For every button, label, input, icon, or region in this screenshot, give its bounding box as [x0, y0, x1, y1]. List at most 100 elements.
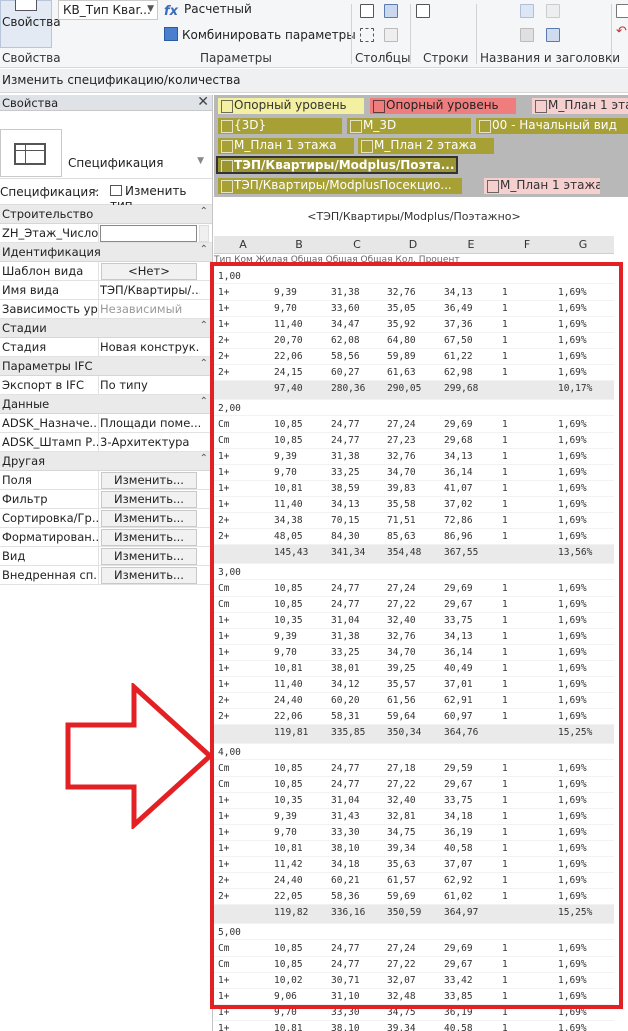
- cell-b[interactable]: 10,85: [274, 583, 303, 594]
- cell-f[interactable]: 1: [502, 711, 508, 722]
- cell-a[interactable]: 5,00: [218, 927, 241, 938]
- cell-a[interactable]: 1+: [218, 303, 229, 314]
- cell-e[interactable]: 364,76: [444, 727, 478, 738]
- hide-column-icon[interactable]: [384, 28, 398, 42]
- cell-f[interactable]: 1: [502, 335, 508, 346]
- cell-g[interactable]: 1,69%: [558, 599, 587, 610]
- table-row[interactable]: 1+ 10,02 30,71 32,07 33,42 1 1,69%: [214, 973, 614, 989]
- property-edit-button[interactable]: Изменить...: [101, 472, 197, 489]
- cell-g[interactable]: 1,69%: [558, 419, 587, 430]
- column-header-b[interactable]: B: [284, 238, 314, 251]
- cell-f[interactable]: 1: [502, 959, 508, 970]
- cell-d[interactable]: 34,75: [387, 1007, 416, 1018]
- cell-g[interactable]: 1,69%: [558, 695, 587, 706]
- table-row[interactable]: 1+ 11,40 34,47 35,92 37,36 1 1,69%: [214, 317, 614, 333]
- cell-d[interactable]: 32,76: [387, 631, 416, 642]
- cell-c[interactable]: 38,01: [331, 663, 360, 674]
- cell-b[interactable]: 10,85: [274, 779, 303, 790]
- cell-a[interactable]: 1+: [218, 843, 229, 854]
- unmerge-icon[interactable]: [546, 4, 560, 18]
- view-tab[interactable]: 00 - Начальный вид: [476, 118, 628, 134]
- cell-g[interactable]: 1,69%: [558, 891, 587, 902]
- property-section-header[interactable]: Строительство ⌃: [0, 205, 212, 224]
- property-section-header[interactable]: Другая ⌃: [0, 452, 212, 471]
- cell-f[interactable]: 1: [502, 843, 508, 854]
- cell-c[interactable]: 30,71: [331, 975, 360, 986]
- view-tab[interactable]: М_3D: [347, 118, 471, 134]
- property-edit-button[interactable]: <Нет>: [101, 263, 197, 280]
- cell-d[interactable]: 61,63: [387, 367, 416, 378]
- cell-g[interactable]: 1,69%: [558, 631, 587, 642]
- table-row[interactable]: 1+ 9,70 33,25 34,70 36,14 1 1,69%: [214, 465, 614, 481]
- cell-d[interactable]: 39,83: [387, 483, 416, 494]
- cell-a[interactable]: 1+: [218, 483, 229, 494]
- cell-d[interactable]: 27,22: [387, 599, 416, 610]
- resize-column-icon[interactable]: [360, 28, 374, 42]
- cell-g[interactable]: 1,69%: [558, 779, 587, 790]
- cell-c[interactable]: 24,77: [331, 583, 360, 594]
- table-row[interactable]: 1+ 10,81 38,59 39,83 41,07 1 1,69%: [214, 481, 614, 497]
- cell-c[interactable]: 34,13: [331, 499, 360, 510]
- cell-f[interactable]: 1: [502, 303, 508, 314]
- cell-b[interactable]: 119,82: [274, 907, 308, 918]
- cell-b[interactable]: 24,40: [274, 695, 303, 706]
- table-row[interactable]: Cm 10,85 24,77 27,22 29,67 1 1,69%: [214, 957, 614, 973]
- cell-f[interactable]: 1: [502, 319, 508, 330]
- cell-g[interactable]: 1,69%: [558, 515, 587, 526]
- cell-d[interactable]: 35,63: [387, 859, 416, 870]
- cell-f[interactable]: 1: [502, 583, 508, 594]
- cell-c[interactable]: 84,30: [331, 531, 360, 542]
- cell-g[interactable]: 1,69%: [558, 483, 587, 494]
- view-tab[interactable]: Опорный уровень: [370, 98, 516, 114]
- clear-cell-icon[interactable]: [546, 28, 560, 42]
- cell-a[interactable]: 2,00: [218, 403, 241, 414]
- cell-c[interactable]: 31,04: [331, 795, 360, 806]
- cell-e[interactable]: 62,98: [444, 367, 473, 378]
- cell-g[interactable]: 1,69%: [558, 435, 587, 446]
- cell-c[interactable]: 31,38: [331, 631, 360, 642]
- property-edit-button[interactable]: Изменить...: [101, 529, 197, 546]
- cell-b[interactable]: 119,81: [274, 727, 308, 738]
- cell-d[interactable]: 32,07: [387, 975, 416, 986]
- cell-f[interactable]: 1: [502, 763, 508, 774]
- cell-d[interactable]: 39,34: [387, 843, 416, 854]
- cell-f[interactable]: 1: [502, 499, 508, 510]
- table-row[interactable]: 1+ 9,39 31,38 32,76 34,13 1 1,69%: [214, 449, 614, 465]
- cell-g[interactable]: 1,69%: [558, 959, 587, 970]
- cell-c[interactable]: 58,36: [331, 891, 360, 902]
- table-row[interactable]: Cm 10,85 24,77 27,24 29,69 1 1,69%: [214, 417, 614, 433]
- cell-e[interactable]: 34,13: [444, 287, 473, 298]
- cell-e[interactable]: 62,91: [444, 695, 473, 706]
- cell-e[interactable]: 29,69: [444, 419, 473, 430]
- cell-d[interactable]: 34,70: [387, 467, 416, 478]
- column-header-d[interactable]: D: [398, 238, 428, 251]
- schedule-header-row[interactable]: Тип Ком Жилая Общая Общая Общая Кол. Про…: [214, 255, 614, 267]
- table-row[interactable]: Cm 10,85 24,77 27,22 29,67 1 1,69%: [214, 777, 614, 793]
- cell-d[interactable]: 34,75: [387, 827, 416, 838]
- cell-d[interactable]: 35,05: [387, 303, 416, 314]
- cell-c[interactable]: 31,38: [331, 287, 360, 298]
- cell-e[interactable]: 72,86: [444, 515, 473, 526]
- cell-d[interactable]: 64,80: [387, 335, 416, 346]
- property-value-input[interactable]: [100, 225, 197, 242]
- cell-c[interactable]: 335,85: [331, 727, 365, 738]
- cell-d[interactable]: 35,92: [387, 319, 416, 330]
- cell-e[interactable]: 36,49: [444, 303, 473, 314]
- total-row[interactable]: 145,43 341,34 354,48 367,55 13,56%: [214, 545, 614, 564]
- collapse-icon[interactable]: ⌃: [200, 206, 208, 217]
- cell-g[interactable]: 1,69%: [558, 795, 587, 806]
- cell-c[interactable]: 24,77: [331, 943, 360, 954]
- cell-a[interactable]: 1+: [218, 975, 229, 986]
- table-row[interactable]: 2+ 48,05 84,30 85,63 86,96 1 1,69%: [214, 529, 614, 545]
- cell-e[interactable]: 61,22: [444, 351, 473, 362]
- table-row[interactable]: Cm 10,85 24,77 27,23 29,68 1 1,69%: [214, 433, 614, 449]
- cell-d[interactable]: 59,64: [387, 711, 416, 722]
- cell-g[interactable]: 1,69%: [558, 287, 587, 298]
- cell-d[interactable]: 350,34: [387, 727, 421, 738]
- table-row[interactable]: 1+ 9,70 33,25 34,70 36,14 1 1,69%: [214, 645, 614, 661]
- cell-e[interactable]: 34,18: [444, 811, 473, 822]
- cell-e[interactable]: 61,02: [444, 891, 473, 902]
- cell-b[interactable]: 10,81: [274, 1023, 303, 1031]
- cell-b[interactable]: 10,81: [274, 663, 303, 674]
- property-value[interactable]: Площади поме...: [100, 416, 200, 430]
